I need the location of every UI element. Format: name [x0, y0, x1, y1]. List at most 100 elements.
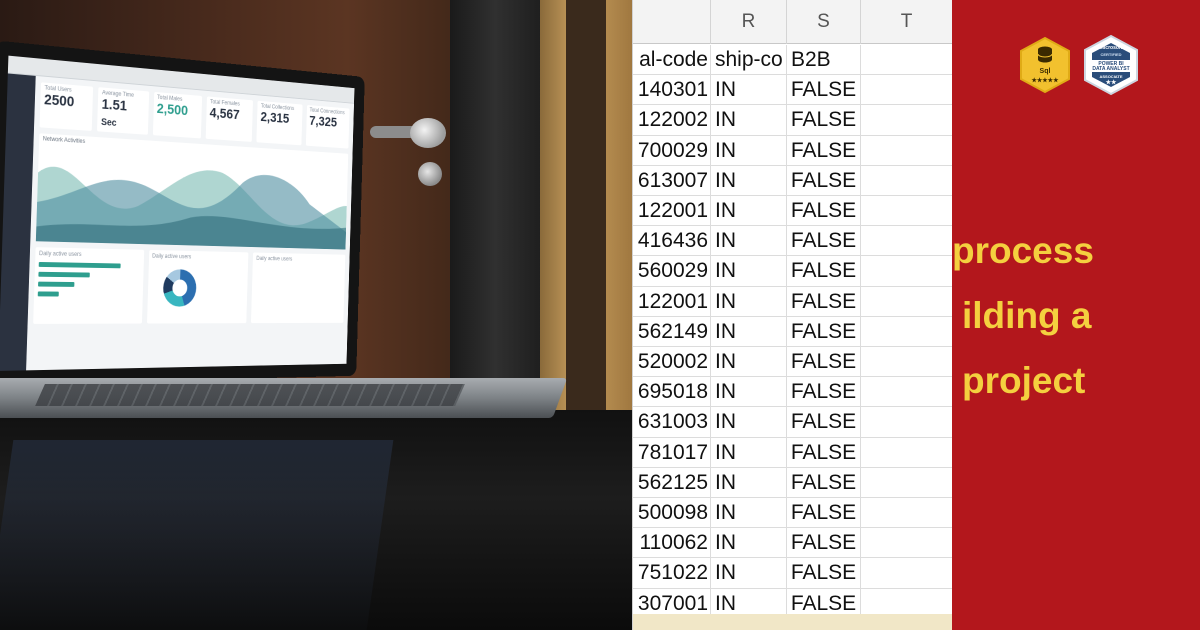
area-chart: Network Activities [36, 133, 348, 249]
table-row: 751022 IN FALSE [633, 558, 952, 588]
postal-code-cell[interactable]: 560029 [633, 256, 711, 286]
ship-country-cell[interactable]: IN [711, 196, 787, 226]
postal-code-cell[interactable]: 700029 [633, 136, 711, 166]
empty-cell[interactable] [861, 438, 952, 468]
header-cell-ship-country[interactable]: ship-co [711, 45, 787, 75]
ship-country-cell[interactable]: IN [711, 256, 787, 286]
header-cell-postal-code[interactable]: al-code [633, 45, 711, 75]
b2b-cell[interactable]: FALSE [787, 256, 861, 286]
b2b-cell[interactable]: FALSE [787, 528, 861, 558]
b2b-cell[interactable]: FALSE [787, 105, 861, 135]
b2b-cell[interactable]: FALSE [787, 196, 861, 226]
screen-reflection [0, 440, 393, 630]
empty-cell[interactable] [861, 196, 952, 226]
empty-cell[interactable] [861, 226, 952, 256]
pbi-microsoft: Microsoft [1082, 45, 1140, 51]
postal-code-cell[interactable]: 613007 [633, 166, 711, 196]
ship-country-cell[interactable]: IN [711, 75, 787, 105]
stat-card: Total Females 4,567 [206, 96, 254, 142]
empty-cell[interactable] [861, 287, 952, 317]
empty-cell[interactable] [861, 45, 952, 75]
empty-cell[interactable] [861, 528, 952, 558]
empty-cell[interactable] [861, 468, 952, 498]
ship-country-cell[interactable]: IN [711, 407, 787, 437]
postal-code-cell[interactable]: 110062 [633, 528, 711, 558]
postal-code-cell[interactable]: 562125 [633, 468, 711, 498]
b2b-cell[interactable]: FALSE [787, 377, 861, 407]
list-panel: Daily active users [251, 253, 345, 324]
ship-country-cell[interactable]: IN [711, 558, 787, 588]
ship-country-cell[interactable]: IN [711, 226, 787, 256]
empty-cell[interactable] [861, 105, 952, 135]
postal-code-cell[interactable]: 781017 [633, 438, 711, 468]
postal-code-cell[interactable]: 122002 [633, 105, 711, 135]
b2b-cell[interactable]: FALSE [787, 287, 861, 317]
ship-country-cell[interactable]: IN [711, 528, 787, 558]
ship-country-cell[interactable]: IN [711, 136, 787, 166]
b2b-cell[interactable]: FALSE [787, 498, 861, 528]
b2b-cell[interactable]: FALSE [787, 75, 861, 105]
empty-cell[interactable] [861, 407, 952, 437]
b2b-cell[interactable]: FALSE [787, 166, 861, 196]
ship-country-cell[interactable]: IN [711, 317, 787, 347]
area-chart-graphic [36, 133, 348, 249]
b2b-cell[interactable]: FALSE [787, 136, 861, 166]
ship-country-cell[interactable]: IN [711, 468, 787, 498]
column-header-r[interactable]: R [711, 0, 787, 44]
empty-cell[interactable] [861, 498, 952, 528]
dashboard-main: Total Users 2500 Average Time 1.51 Sec T… [32, 82, 350, 364]
empty-cell[interactable] [861, 166, 952, 196]
laptop-keyboard [35, 384, 465, 406]
column-header-row: R S T [633, 0, 952, 44]
b2b-cell[interactable]: FALSE [787, 407, 861, 437]
panel-title: Daily active users [152, 254, 245, 262]
empty-cell[interactable] [861, 317, 952, 347]
table-row: 560029 IN FALSE [633, 256, 952, 286]
stat-unit: Sec [101, 117, 117, 129]
empty-cell[interactable] [861, 75, 952, 105]
postal-code-cell[interactable]: 416436 [633, 226, 711, 256]
postal-code-cell[interactable]: 500098 [633, 498, 711, 528]
ship-country-cell[interactable]: IN [711, 347, 787, 377]
empty-cell[interactable] [861, 256, 952, 286]
ship-country-cell[interactable]: IN [711, 438, 787, 468]
empty-cell[interactable] [861, 136, 952, 166]
table-row: 416436 IN FALSE [633, 226, 952, 256]
table-row: 562125 IN FALSE [633, 468, 952, 498]
header-cell-b2b[interactable]: B2B [787, 45, 861, 75]
stat-value: 7,325 [309, 113, 346, 131]
stat-card: Average Time 1.51 Sec [97, 87, 149, 135]
b2b-cell[interactable]: FALSE [787, 468, 861, 498]
postal-code-cell[interactable]: 751022 [633, 558, 711, 588]
postal-code-cell[interactable]: 695018 [633, 377, 711, 407]
ship-country-cell[interactable]: IN [711, 105, 787, 135]
column-header-q[interactable] [633, 0, 711, 44]
postal-code-cell[interactable]: 122001 [633, 287, 711, 317]
title-line-3: project [962, 360, 1085, 402]
empty-cell[interactable] [861, 377, 952, 407]
b2b-cell[interactable]: FALSE [787, 438, 861, 468]
bar [38, 272, 90, 278]
ship-country-cell[interactable]: IN [711, 498, 787, 528]
b2b-cell[interactable]: FALSE [787, 317, 861, 347]
ship-country-cell[interactable]: IN [711, 377, 787, 407]
title-line-1: process [952, 230, 1094, 272]
column-header-t[interactable]: T [861, 0, 952, 44]
postal-code-cell[interactable]: 140301 [633, 75, 711, 105]
postal-code-cell[interactable]: 562149 [633, 317, 711, 347]
ship-country-cell[interactable]: IN [711, 287, 787, 317]
column-header-s[interactable]: S [787, 0, 861, 44]
b2b-cell[interactable]: FALSE [787, 347, 861, 377]
table-row: 500098 IN FALSE [633, 498, 952, 528]
b2b-cell[interactable]: FALSE [787, 558, 861, 588]
table-row: 110062 IN FALSE [633, 528, 952, 558]
postal-code-cell[interactable]: 122001 [633, 196, 711, 226]
postal-code-cell[interactable]: 520002 [633, 347, 711, 377]
b2b-cell[interactable]: FALSE [787, 226, 861, 256]
empty-cell[interactable] [861, 558, 952, 588]
postal-code-cell[interactable]: 631003 [633, 407, 711, 437]
bar [39, 262, 121, 268]
spreadsheet: R S T al-code ship-co B2B 140301 IN FALSE 1… [632, 0, 952, 630]
empty-cell[interactable] [861, 347, 952, 377]
ship-country-cell[interactable]: IN [711, 166, 787, 196]
